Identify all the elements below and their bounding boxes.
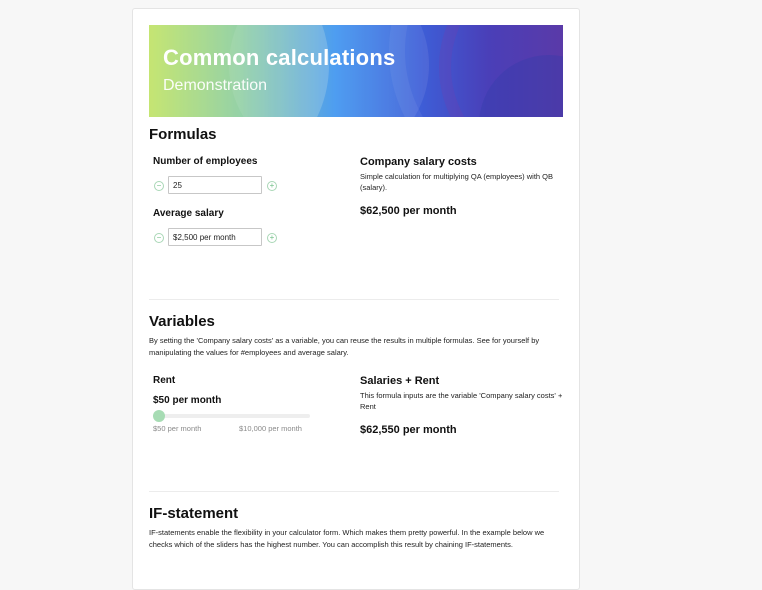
salary-costs-title: Company salary costs [360,156,477,168]
employees-input[interactable]: 25 [168,176,262,194]
minus-circle-icon: − [156,181,162,190]
section-divider [149,299,559,300]
rent-slider-handle[interactable] [153,410,165,422]
salary-costs-description: Simple calculation for multiplying QA (e… [360,172,553,192]
employees-increment-button[interactable]: + [267,181,277,191]
salary-decrement-button[interactable]: − [154,233,164,243]
plus-circle-icon: + [269,181,275,190]
salaries-rent-value: $62,550 per month [360,424,457,436]
section-heading-formulas: Formulas [149,126,217,143]
employees-decrement-button[interactable]: − [154,181,164,191]
rent-slider-min-label: $50 per month [153,424,202,433]
salaries-rent-title: Salaries + Rent [360,375,440,387]
page-title: Common calculations [163,45,396,70]
header-banner: Common calculations Demonstration [149,25,563,117]
rent-value: $50 per month [153,395,222,406]
if-statement-description: IF-statements enable the flexibility in … [149,528,545,549]
salary-label: Average salary [153,208,224,219]
calculator-card: Common calculations Demonstration Formul… [132,8,580,590]
page-subtitle: Demonstration [163,77,268,94]
minus-circle-icon: − [156,233,162,242]
variables-description: By setting the 'Company salary costs' as… [149,336,540,357]
rent-slider-track[interactable] [153,414,310,418]
section-heading-if-statement: IF-statement [149,505,239,522]
salary-input[interactable]: $2,500 per month [168,228,262,246]
rent-label: Rent [153,375,176,386]
rent-slider-max-label: $10,000 per month [239,424,302,433]
salary-costs-value: $62,500 per month [360,205,457,217]
salary-increment-button[interactable]: + [267,233,277,243]
section-heading-variables: Variables [149,313,215,330]
employees-label: Number of employees [153,156,258,167]
plus-circle-icon: + [269,233,275,242]
section-divider [149,491,559,492]
salaries-rent-description: This formula inputs are the variable 'Co… [360,391,563,411]
